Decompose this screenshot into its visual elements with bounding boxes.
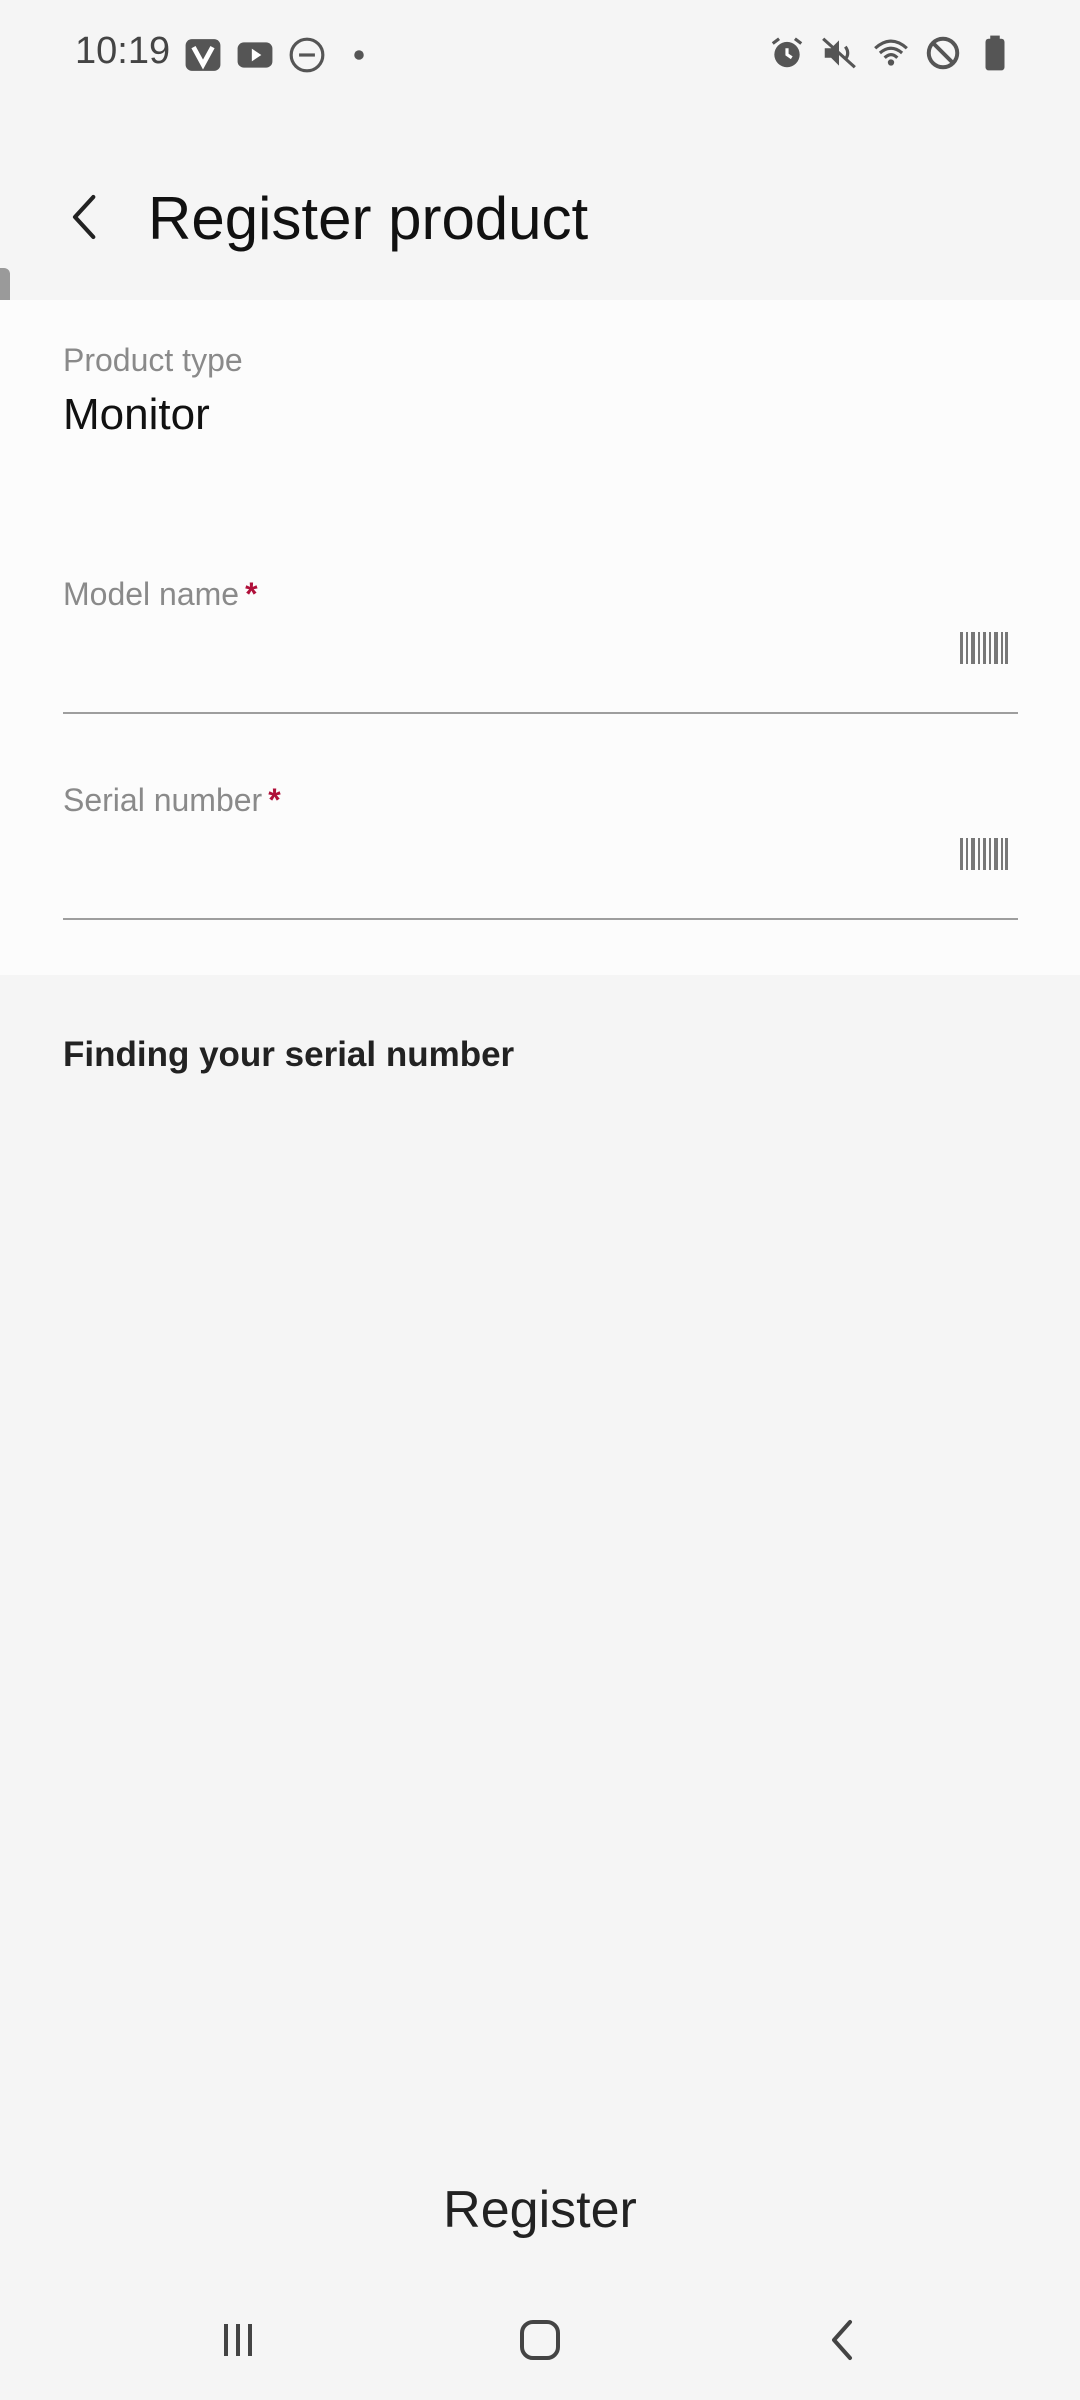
product-type-label: Product type (63, 342, 243, 378)
youtube-icon (236, 36, 274, 74)
status-right-icons (768, 34, 1014, 72)
register-product-screen: 10:19 Register product Product type Moni… (0, 0, 1080, 2400)
serial-number-barcode-button[interactable] (954, 824, 1014, 884)
serial-number-underline (63, 918, 1018, 920)
barcode-icon (960, 632, 1008, 664)
model-name-underline (63, 712, 1018, 714)
product-type-value: Monitor (63, 390, 210, 439)
model-name-label-text: Model name (63, 576, 240, 612)
product-form: Product type Monitor Model name * Serial … (0, 300, 1080, 975)
serial-number-label: Serial number * (63, 782, 281, 819)
battery-icon (976, 34, 1014, 72)
serial-number-label-text: Serial number (63, 782, 263, 818)
status-time: 10:19 (75, 30, 171, 72)
home-button[interactable] (495, 2305, 585, 2375)
vpn-v-icon (184, 36, 222, 74)
alarm-icon (768, 34, 806, 72)
chevron-left-icon (72, 194, 96, 240)
back-arrow-icon (832, 2320, 852, 2360)
model-name-input[interactable] (63, 620, 1022, 680)
barcode-icon (960, 838, 1008, 870)
status-bar: 10:19 (0, 0, 1080, 110)
back-button[interactable] (50, 182, 120, 252)
home-icon (520, 2320, 560, 2360)
app-bar: Register product (0, 160, 1080, 280)
page-title: Register product (148, 185, 589, 252)
system-nav-bar (0, 2285, 1080, 2400)
status-left-icons (184, 36, 378, 74)
model-name-barcode-button[interactable] (954, 618, 1014, 678)
required-marker: * (245, 576, 258, 612)
serial-number-input[interactable] (63, 826, 1022, 886)
recent-apps-button[interactable] (193, 2305, 283, 2375)
register-button[interactable]: Register (340, 2160, 740, 2260)
wifi-icon (872, 34, 910, 72)
blocked-icon (924, 34, 962, 72)
nav-back-button[interactable] (797, 2305, 887, 2375)
recent-apps-icon (224, 2324, 252, 2356)
required-marker: * (268, 782, 281, 818)
do-not-disturb-icon (288, 36, 326, 74)
mute-icon (820, 34, 858, 72)
finding-serial-number-link[interactable]: Finding your serial number (63, 1035, 514, 1075)
model-name-label: Model name * (63, 576, 258, 613)
notification-dot-icon (340, 36, 378, 74)
